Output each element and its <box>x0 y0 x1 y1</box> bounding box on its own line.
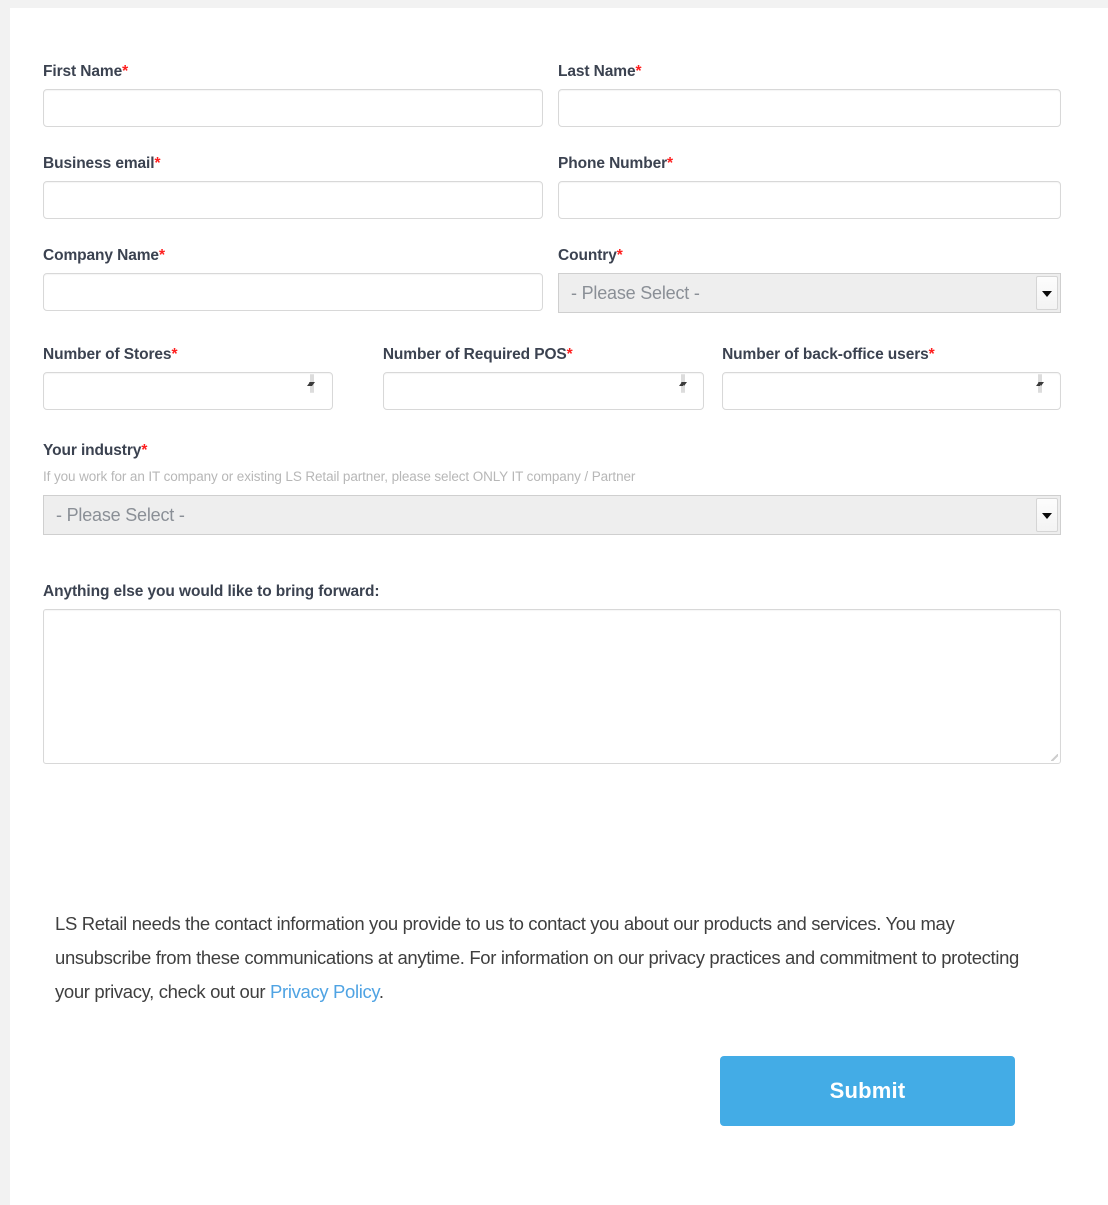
label-business-email-text: Business email <box>43 155 155 172</box>
country-select-value: - Please Select - <box>571 283 700 303</box>
business-email-input[interactable] <box>43 181 543 219</box>
last-name-input[interactable] <box>558 89 1061 127</box>
company-name-input[interactable] <box>43 273 543 311</box>
label-country: Country* <box>558 247 1061 265</box>
spinner-down-icon[interactable] <box>1037 374 1044 393</box>
label-first-name: First Name* <box>43 63 543 81</box>
industry-select-value: - Please Select - <box>56 505 185 525</box>
label-number-of-required-pos-text: Number of Required POS <box>382 346 567 363</box>
field-number-of-required-pos: Number of Required POS* <box>382 346 722 410</box>
industry-helper-text: If you work for an IT company or existin… <box>43 469 636 484</box>
first-name-input[interactable] <box>43 89 543 127</box>
resize-grip-icon[interactable] <box>1046 749 1058 761</box>
privacy-notice-text: LS Retail needs the contact information … <box>55 912 1019 1002</box>
field-business-email: Business email* <box>43 155 558 219</box>
label-company-name-text: Company Name <box>43 247 159 264</box>
country-select[interactable]: - Please Select - <box>558 273 1061 313</box>
field-your-industry: Your industry* If you work for an IT com… <box>43 442 1061 535</box>
label-first-name-text: First Name <box>43 63 123 80</box>
field-last-name: Last Name* <box>558 63 1061 127</box>
number-of-back-office-users-stepper[interactable] <box>1035 374 1055 407</box>
form-row-counts: Number of Stores* Number of Required POS… <box>43 346 1061 410</box>
number-of-back-office-users-input[interactable] <box>722 372 1061 410</box>
required-asterisk: * <box>928 346 935 363</box>
label-your-industry-text: Your industry <box>43 442 142 459</box>
form-row-company: Company Name* Country* - Please Select - <box>43 247 1061 313</box>
field-country: Country* - Please Select - <box>558 247 1061 313</box>
required-asterisk: * <box>667 155 673 172</box>
label-phone-number-text: Phone Number <box>558 155 668 172</box>
label-number-of-back-office-users: Number of back-office users* <box>722 346 1061 364</box>
label-last-name: Last Name* <box>558 63 1061 81</box>
form-row-contact: Business email* Phone Number* <box>43 155 1061 219</box>
spinner-down-icon[interactable] <box>309 374 316 393</box>
form-card: First Name* Last Name* Business email* P… <box>10 8 1108 1205</box>
required-asterisk: * <box>158 247 165 264</box>
required-asterisk: * <box>141 442 148 459</box>
number-of-required-pos-wrapper <box>382 372 705 410</box>
field-number-of-stores: Number of Stores* <box>43 346 383 410</box>
required-asterisk: * <box>122 63 129 80</box>
field-number-of-back-office-users: Number of back-office users* <box>722 346 1061 410</box>
label-business-email: Business email* <box>43 155 543 173</box>
form-row-names: First Name* Last Name* <box>43 63 1061 127</box>
number-of-stores-input[interactable] <box>43 372 333 410</box>
required-asterisk: * <box>566 346 573 363</box>
label-country-text: Country <box>558 247 617 264</box>
label-comments: Anything else you would like to bring fo… <box>43 583 380 600</box>
label-number-of-back-office-users-text: Number of back-office users <box>722 346 929 363</box>
label-phone-number: Phone Number* <box>558 155 1061 173</box>
label-number-of-required-pos: Number of Required POS* <box>383 346 704 364</box>
label-number-of-stores: Number of Stores* <box>43 346 333 364</box>
privacy-notice: LS Retail needs the contact information … <box>55 907 1055 1009</box>
submit-button[interactable]: Submit <box>720 1056 1015 1126</box>
number-of-stores-stepper[interactable] <box>307 374 327 407</box>
privacy-policy-link[interactable]: Privacy Policy <box>270 981 379 1002</box>
label-number-of-stores-text: Number of Stores <box>43 346 172 363</box>
field-phone-number: Phone Number* <box>558 155 1061 219</box>
required-asterisk: * <box>171 346 178 363</box>
privacy-notice-period: . <box>378 980 384 1002</box>
field-company-name: Company Name* <box>43 247 558 313</box>
comments-textarea[interactable] <box>43 609 1061 764</box>
required-asterisk: * <box>616 247 623 264</box>
number-of-required-pos-input[interactable] <box>382 372 705 410</box>
label-last-name-text: Last Name <box>558 63 636 80</box>
required-asterisk: * <box>154 155 161 172</box>
comments-wrapper <box>43 609 1061 764</box>
chevron-down-icon[interactable] <box>1036 276 1058 310</box>
number-of-required-pos-stepper[interactable] <box>678 374 698 407</box>
field-first-name: First Name* <box>43 63 558 127</box>
field-comments: Anything else you would like to bring fo… <box>43 583 1061 764</box>
label-your-industry: Your industry* <box>43 442 1061 460</box>
spinner-down-icon[interactable] <box>680 374 687 393</box>
industry-select[interactable]: - Please Select - <box>43 495 1061 535</box>
required-asterisk: * <box>635 63 642 80</box>
number-of-stores-wrapper <box>43 372 333 410</box>
phone-number-input[interactable] <box>558 181 1061 219</box>
contact-form: First Name* Last Name* Business email* P… <box>43 63 1063 764</box>
number-of-back-office-users-wrapper <box>722 372 1061 410</box>
label-company-name: Company Name* <box>43 247 543 265</box>
chevron-down-icon[interactable] <box>1036 498 1058 532</box>
